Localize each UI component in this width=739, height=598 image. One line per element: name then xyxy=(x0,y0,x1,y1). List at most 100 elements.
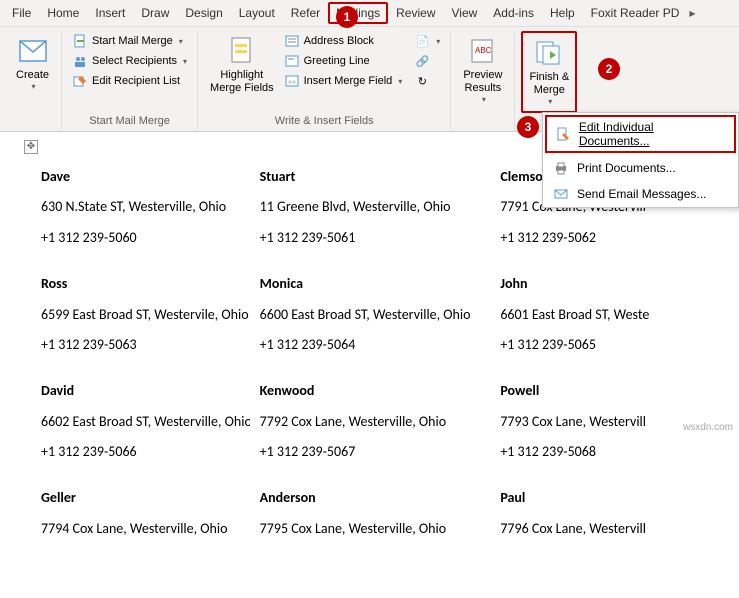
label-cell: Powell7793 Cox Lane, Westervill+1 312 23… xyxy=(490,366,731,473)
document-icon xyxy=(72,33,88,49)
menu-insert[interactable]: Insert xyxy=(87,2,133,24)
select-rec-label: Select Recipients xyxy=(92,55,177,67)
label-address: 6602 East Broad ST, Westerville, Ohio xyxy=(41,411,240,433)
ribbon-group-create: Create ▾ xyxy=(4,31,62,131)
highlight-mf-label: Highlight Merge Fields xyxy=(210,69,274,95)
ribbon-group-write: Highlight Merge Fields Address Block Gre… xyxy=(198,31,451,131)
label-cell: Monica 6600 East Broad ST, Westerville, O… xyxy=(250,259,491,366)
chevron-down-icon: ▾ xyxy=(32,82,36,92)
label-phone: +1 312 239-5067 xyxy=(260,441,481,463)
annotation-badge-2: 2 xyxy=(598,58,620,80)
edit-rec-label: Edit Recipient List xyxy=(92,75,180,87)
menubar: File Home Insert Draw Design Layout Refe… xyxy=(0,0,739,27)
label-address: 6601 East Broad ST, Weste xyxy=(500,304,721,326)
start-mm-label: Start Mail Merge xyxy=(92,35,173,47)
menu-draw[interactable]: Draw xyxy=(133,2,177,24)
send-email-item[interactable]: Send Email Messages... xyxy=(543,181,738,207)
preview-icon: ABC xyxy=(467,35,499,67)
label-address: 7796 Cox Lane, Westervill xyxy=(500,518,721,540)
label-cell: Dave 630 N.State ST, Westerville, Ohio +1 … xyxy=(9,152,250,259)
finish-merge-button[interactable]: Finish & Merge ▾ xyxy=(521,31,577,113)
greeting-line-label: Greeting Line xyxy=(304,55,370,67)
print-documents-item[interactable]: Print Documents... xyxy=(543,155,738,181)
chevron-down-icon: ▾ xyxy=(436,37,440,46)
label-phone: +1 312 239-5065 xyxy=(500,334,721,356)
update-labels-button[interactable]: ↻ xyxy=(410,71,444,91)
select-recipients-button[interactable]: Select Recipients ▾ xyxy=(68,51,191,71)
match-icon: 🔗 xyxy=(414,53,430,69)
label-name: Ross xyxy=(41,273,240,295)
label-phone: +1 312 239-5066 xyxy=(41,441,240,463)
ribbon-group-preview: ABC Preview Results ▾ xyxy=(451,31,515,131)
menu-home[interactable]: Home xyxy=(39,2,87,24)
preview-label: Preview Results xyxy=(463,69,502,95)
label-address: 7794 Cox Lane, Westerville, Ohio xyxy=(41,518,240,540)
chevron-down-icon: ▾ xyxy=(548,97,552,107)
menu-view[interactable]: View xyxy=(444,2,486,24)
send-email-label: Send Email Messages... xyxy=(577,187,706,201)
label-name: Powell xyxy=(500,380,721,402)
label-address: 6599 East Broad ST, Westervile, Ohio xyxy=(41,304,240,326)
envelope-icon xyxy=(17,35,49,67)
label-cell: Kenwood7792 Cox Lane, Westerville, Ohio+… xyxy=(250,366,491,473)
menu-design[interactable]: Design xyxy=(177,2,230,24)
label-cell: Stuart11 Greene Blvd, Westerville, Ohio+… xyxy=(250,152,491,259)
preview-results-button[interactable]: ABC Preview Results ▾ xyxy=(457,31,508,109)
greeting-line-button[interactable]: Greeting Line xyxy=(280,51,407,71)
chevron-down-icon: ▾ xyxy=(179,37,183,46)
label-name: Monica xyxy=(260,273,481,295)
label-phone: +1 312 239-5063 xyxy=(41,334,240,356)
label-address: 11 Greene Blvd, Westerville, Ohio xyxy=(260,196,481,218)
annotation-badge-1: 1 xyxy=(336,6,358,28)
document-edit-icon xyxy=(555,126,571,142)
label-address: 6600 East Broad ST, Westerville, Ohio xyxy=(260,304,481,326)
people-icon xyxy=(72,53,88,69)
group2-label: Write & Insert Fields xyxy=(204,113,444,129)
edit-recipient-list-button[interactable]: Edit Recipient List xyxy=(68,71,191,91)
label-address: 7795 Cox Lane, Westerville, Ohio xyxy=(260,518,481,540)
menu-references[interactable]: Refer xyxy=(283,2,328,24)
label-name: Dave xyxy=(41,166,240,188)
insert-mf-label: Insert Merge Field xyxy=(304,75,393,87)
highlight-merge-fields-button[interactable]: Highlight Merge Fields xyxy=(204,31,280,99)
menu-layout[interactable]: Layout xyxy=(231,2,283,24)
update-icon: ↻ xyxy=(414,73,430,89)
svg-text:ABC: ABC xyxy=(475,46,492,55)
insert-merge-field-button[interactable]: «» Insert Merge Field ▾ xyxy=(280,71,407,91)
rules-icon: 📄 xyxy=(414,33,430,49)
edit-individual-documents-item[interactable]: Edit Individual Documents... xyxy=(545,115,736,153)
annotation-badge-3: 3 xyxy=(517,116,539,138)
label-cell: Paul7796 Cox Lane, Westervill xyxy=(490,473,731,558)
group1-label: Start Mail Merge xyxy=(68,113,191,129)
menu-help[interactable]: Help xyxy=(542,2,583,24)
address-icon xyxy=(284,33,300,49)
labels-grid: Dave 630 N.State ST, Westerville, Ohio +1 … xyxy=(8,152,731,558)
address-block-label: Address Block xyxy=(304,35,374,47)
label-name: Stuart xyxy=(260,166,481,188)
label-phone: +1 312 239-5060 xyxy=(41,227,240,249)
menu-review[interactable]: Review xyxy=(388,2,443,24)
create-button[interactable]: Create ▾ xyxy=(10,31,55,96)
label-cell: Anderson 7795 Cox Lane, Westerville, Ohio xyxy=(250,473,491,558)
label-phone: +1 312 239-5064 xyxy=(260,334,481,356)
chevron-right-icon[interactable]: ▶ xyxy=(689,9,695,18)
table-move-handle[interactable]: ✥ xyxy=(24,140,38,154)
label-name: Geller xyxy=(41,487,240,509)
menu-addins[interactable]: Add-ins xyxy=(485,2,542,24)
label-address: 630 N.State ST, Westerville, Ohio xyxy=(41,196,240,218)
mail-icon xyxy=(553,186,569,202)
edit-list-icon xyxy=(72,73,88,89)
svg-text:«»: «» xyxy=(288,79,296,86)
address-block-button[interactable]: Address Block xyxy=(280,31,407,51)
match-fields-button[interactable]: 🔗 xyxy=(410,51,444,71)
start-mail-merge-button[interactable]: Start Mail Merge ▾ xyxy=(68,31,191,51)
greeting-icon xyxy=(284,53,300,69)
printer-icon xyxy=(553,160,569,176)
label-cell: David6602 East Broad ST, Westerville, Oh… xyxy=(9,366,250,473)
menu-foxit[interactable]: Foxit Reader PD xyxy=(583,2,688,24)
finish-merge-icon xyxy=(533,37,565,69)
label-name: John xyxy=(500,273,721,295)
menu-file[interactable]: File xyxy=(4,2,39,24)
label-name: Anderson xyxy=(260,487,481,509)
rules-button[interactable]: 📄▾ xyxy=(410,31,444,51)
